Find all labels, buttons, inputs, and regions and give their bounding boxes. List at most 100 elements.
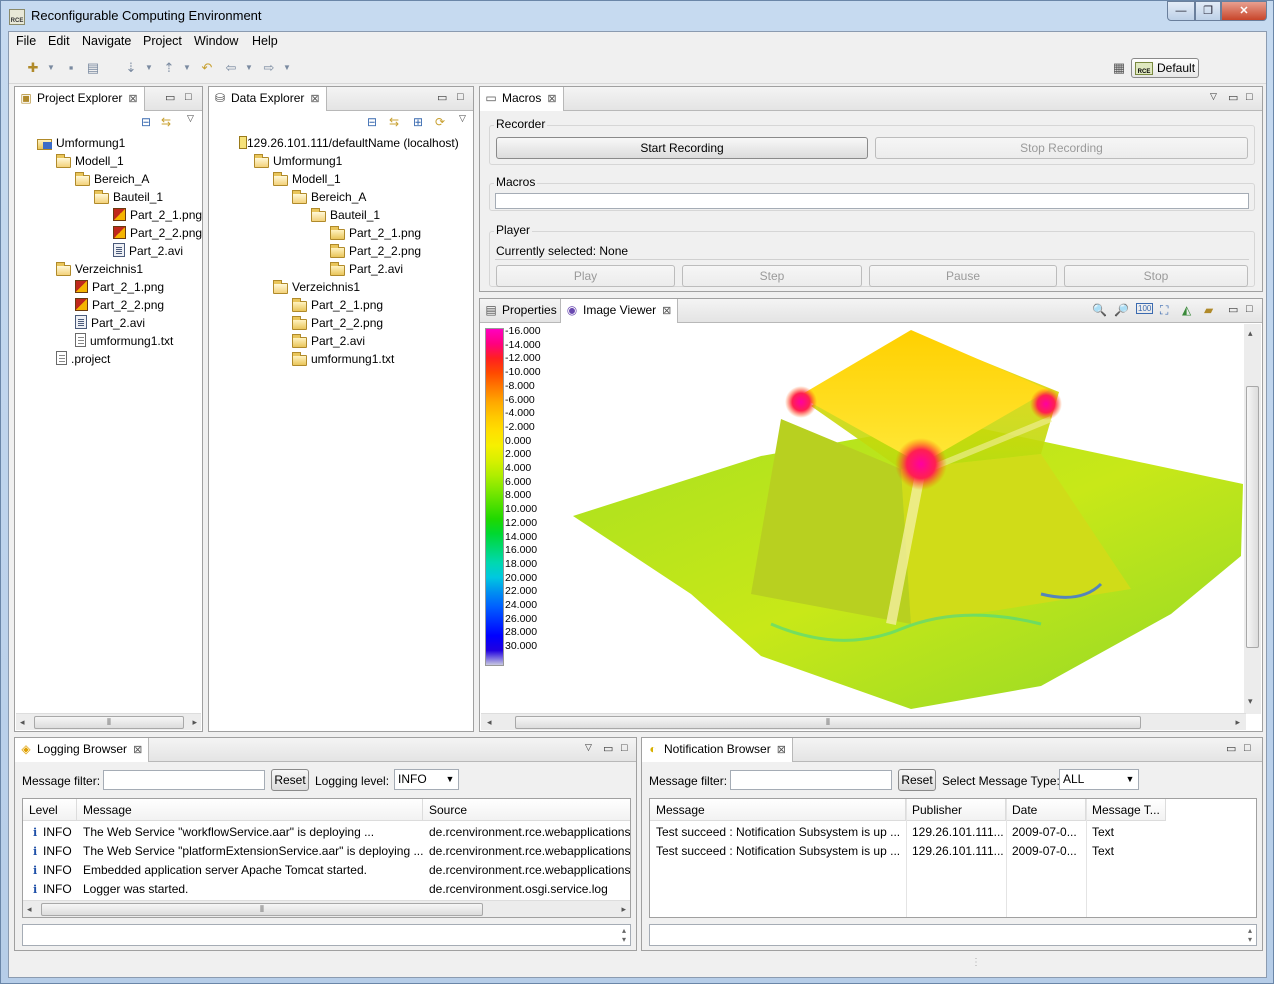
tab-notification-browser[interactable]: ◐ Notification Browser ⊠ bbox=[642, 738, 793, 762]
tree-item[interactable]: Part_2_2.png bbox=[292, 314, 383, 332]
message-filter-input[interactable] bbox=[103, 770, 265, 790]
open-perspective-icon[interactable]: ▦ bbox=[1111, 60, 1127, 76]
scroll-right-icon[interactable]: ▸ bbox=[192, 717, 197, 728]
menu-help[interactable]: Help bbox=[252, 34, 278, 48]
play-button[interactable]: Play bbox=[496, 265, 675, 287]
tree-item[interactable]: Part_2_2.png bbox=[75, 296, 164, 314]
export-icon[interactable]: ⇡ bbox=[161, 60, 177, 76]
reset-button[interactable]: Reset bbox=[271, 769, 309, 791]
tree-item[interactable]: Bereich_A bbox=[75, 170, 149, 188]
stop-recording-button[interactable]: Stop Recording bbox=[875, 137, 1248, 159]
forward-dropdown-icon[interactable]: ▼ bbox=[279, 60, 295, 76]
reset-button[interactable]: Reset bbox=[898, 769, 936, 791]
vertical-scrollbar[interactable]: ▴ ▾ bbox=[1244, 324, 1261, 714]
tab-logging-browser[interactable]: ◈ Logging Browser ⊠ bbox=[15, 738, 150, 762]
step-button[interactable]: Step bbox=[682, 265, 862, 287]
menu-window[interactable]: Window bbox=[194, 34, 238, 48]
tree-item[interactable]: Modell_1 bbox=[56, 152, 124, 170]
expand-all-icon[interactable]: ⊞ bbox=[413, 115, 423, 129]
scroll-down-icon[interactable]: ▾ bbox=[1248, 696, 1253, 707]
notification-table[interactable]: Message Publisher Date Message T... Test… bbox=[649, 798, 1257, 918]
link-editor-icon[interactable]: ⇆ bbox=[161, 115, 171, 129]
collapse-all-icon[interactable]: ⊟ bbox=[367, 115, 377, 129]
histogram-icon[interactable]: ◭ bbox=[1182, 303, 1191, 317]
tab-properties[interactable]: ▤ Properties bbox=[480, 299, 564, 323]
column-message[interactable]: Message bbox=[650, 799, 906, 821]
minimize-view-icon[interactable]: ▭ bbox=[1228, 303, 1238, 316]
back-icon[interactable]: ⇦ bbox=[223, 60, 239, 76]
column-message-type[interactable]: Message T... bbox=[1086, 799, 1166, 821]
import-dropdown-icon[interactable]: ▼ bbox=[141, 60, 157, 76]
save-icon[interactable]: ▪ bbox=[63, 60, 79, 76]
macros-list[interactable] bbox=[495, 193, 1249, 209]
maximize-view-icon[interactable]: □ bbox=[1246, 91, 1253, 103]
menu-edit[interactable]: Edit bbox=[48, 34, 70, 48]
back-dropdown-icon[interactable]: ▼ bbox=[241, 60, 257, 76]
close-window-button[interactable]: ✕ bbox=[1221, 1, 1267, 21]
scrollbar-thumb[interactable]: ⦀ bbox=[34, 716, 184, 729]
close-icon[interactable]: ⊠ bbox=[547, 93, 556, 105]
tree-item[interactable]: Part_2_2.png bbox=[113, 224, 202, 242]
open-image-icon[interactable]: ▰ bbox=[1204, 303, 1213, 317]
start-recording-button[interactable]: Start Recording bbox=[496, 137, 868, 159]
close-icon[interactable]: ⊠ bbox=[133, 744, 142, 756]
last-edit-icon[interactable]: ↶ bbox=[199, 60, 215, 76]
tree-item[interactable]: Modell_1 bbox=[273, 170, 341, 188]
view-menu-icon[interactable]: ▽ bbox=[1210, 91, 1217, 102]
close-icon[interactable]: ⊠ bbox=[662, 305, 671, 317]
scroll-left-icon[interactable]: ◂ bbox=[487, 717, 492, 728]
maximize-view-icon[interactable]: □ bbox=[457, 91, 464, 103]
tree-item[interactable]: Verzeichnis1 bbox=[56, 260, 143, 278]
column-source[interactable]: Source bbox=[423, 799, 630, 821]
zoom-out-icon[interactable]: 🔍 bbox=[1092, 303, 1107, 317]
tab-data-explorer[interactable]: ⛁ Data Explorer ⊠ bbox=[209, 87, 327, 111]
tree-item[interactable]: Part_2.avi bbox=[330, 260, 403, 278]
view-menu-icon[interactable]: ▽ bbox=[459, 113, 466, 124]
tree-item[interactable]: 129.26.101.111/defaultName (localhost) bbox=[235, 134, 459, 152]
minimize-view-icon[interactable]: ▭ bbox=[1226, 742, 1236, 755]
log-table[interactable]: Level Message Source i INFO The Web Servic… bbox=[22, 798, 631, 918]
export-dropdown-icon[interactable]: ▼ bbox=[179, 60, 195, 76]
menu-project[interactable]: Project bbox=[143, 34, 182, 48]
view-menu-icon[interactable]: ▽ bbox=[585, 742, 592, 753]
tree-item[interactable]: Bauteil_1 bbox=[94, 188, 163, 206]
log-detail-field[interactable]: ▴ ▾ bbox=[22, 924, 631, 946]
tree-item[interactable]: Part_2_1.png bbox=[75, 278, 164, 296]
spinner-icon[interactable]: ▴ ▾ bbox=[622, 926, 626, 944]
forward-icon[interactable]: ⇨ bbox=[261, 60, 277, 76]
scroll-right-icon[interactable]: ▸ bbox=[621, 904, 626, 915]
import-icon[interactable]: ⇣ bbox=[123, 60, 139, 76]
close-icon[interactable]: ⊠ bbox=[128, 93, 137, 105]
tree-item[interactable]: Bauteil_1 bbox=[311, 206, 380, 224]
menu-file[interactable]: File bbox=[16, 34, 36, 48]
new-icon[interactable]: ✚ bbox=[25, 60, 41, 76]
tree-item[interactable]: Part_2_1.png bbox=[113, 206, 202, 224]
message-type-select[interactable]: ALL ▼ bbox=[1059, 769, 1139, 790]
tree-item[interactable]: Part_2_1.png bbox=[330, 224, 421, 242]
message-filter-input[interactable] bbox=[730, 770, 892, 790]
notification-detail-field[interactable]: ▴ ▾ bbox=[649, 924, 1257, 946]
tab-image-viewer[interactable]: ◉ Image Viewer ⊠ bbox=[560, 299, 679, 323]
tree-item[interactable]: Bereich_A bbox=[292, 188, 366, 206]
refresh-icon[interactable]: ⟳ bbox=[435, 115, 445, 129]
maximize-view-icon[interactable]: □ bbox=[1244, 742, 1251, 754]
horizontal-scrollbar[interactable]: ◂ ⦀ ▸ bbox=[23, 900, 630, 917]
new-dropdown-icon[interactable]: ▼ bbox=[43, 60, 59, 76]
tree-item[interactable]: Part_2.avi bbox=[292, 332, 365, 350]
scrollbar-thumb[interactable]: ⦀ bbox=[41, 903, 483, 916]
tree-item[interactable]: Part_2.avi bbox=[75, 314, 145, 332]
spinner-icon[interactable]: ▴ ▾ bbox=[1248, 926, 1252, 944]
column-level[interactable]: Level bbox=[23, 799, 77, 821]
maximize-button[interactable]: ❐ bbox=[1195, 1, 1221, 21]
close-icon[interactable]: ⊠ bbox=[310, 93, 319, 105]
tree-item[interactable]: Part_2_2.png bbox=[330, 242, 421, 260]
link-editor-icon[interactable]: ⇆ bbox=[389, 115, 399, 129]
minimize-button[interactable]: — bbox=[1167, 1, 1195, 21]
minimize-view-icon[interactable]: ▭ bbox=[165, 91, 175, 104]
column-date[interactable]: Date bbox=[1006, 799, 1086, 821]
maximize-view-icon[interactable]: □ bbox=[621, 742, 628, 754]
tree-item[interactable]: Umformung1 bbox=[254, 152, 342, 170]
menu-navigate[interactable]: Navigate bbox=[82, 34, 131, 48]
minimize-view-icon[interactable]: ▭ bbox=[437, 91, 447, 104]
tree-item[interactable]: Verzeichnis1 bbox=[273, 278, 360, 296]
